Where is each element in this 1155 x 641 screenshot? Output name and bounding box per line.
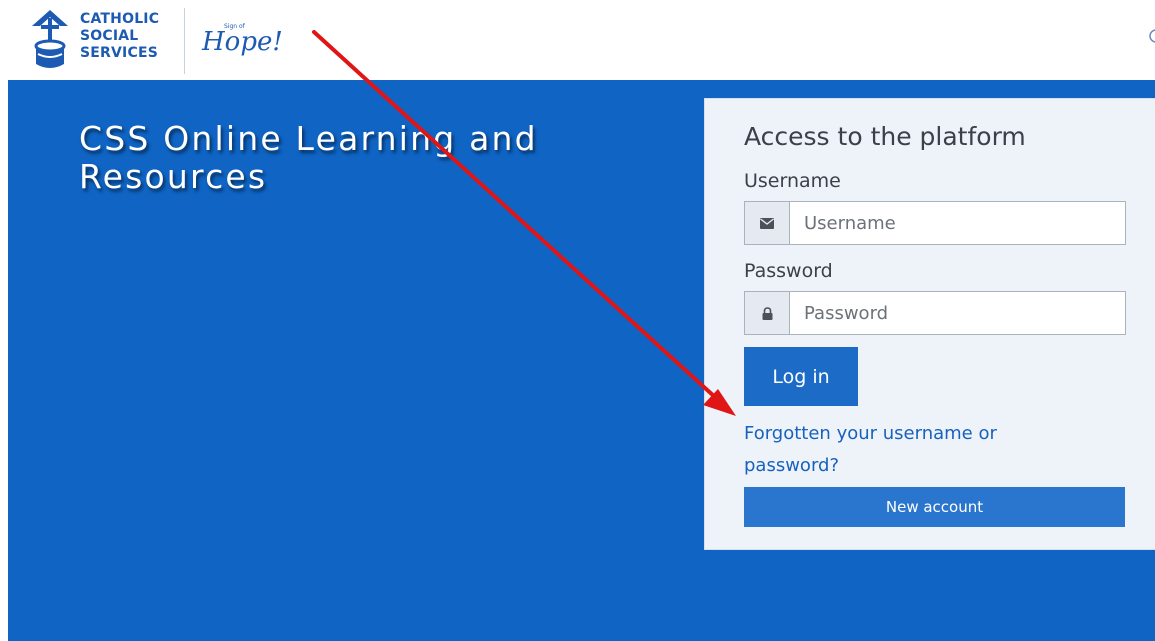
login-card-title: Access to the platform bbox=[744, 122, 1026, 151]
envelope-icon bbox=[744, 201, 789, 245]
password-input-group bbox=[744, 291, 1126, 335]
logo-line: SOCIAL bbox=[80, 28, 139, 44]
user-menu-icon[interactable] bbox=[1146, 26, 1155, 46]
organization-name: CATHOLIC SOCIAL SERVICES bbox=[80, 11, 159, 62]
password-label: Password bbox=[744, 260, 833, 282]
new-account-button[interactable]: New account bbox=[744, 487, 1125, 527]
login-button[interactable]: Log in bbox=[744, 347, 858, 406]
logo-divider bbox=[184, 8, 185, 74]
forgot-password-link[interactable]: Forgotten your username or password? bbox=[744, 418, 1074, 482]
username-input[interactable] bbox=[789, 201, 1126, 245]
site-header: CATHOLIC SOCIAL SERVICES Sign of Hope! bbox=[0, 0, 1155, 80]
catholic-social-services-logo-icon[interactable] bbox=[30, 10, 70, 72]
logo-line: CATHOLIC bbox=[80, 11, 160, 27]
sign-of-hope-logo: Sign of Hope! bbox=[201, 23, 283, 57]
username-label: Username bbox=[744, 170, 841, 192]
password-input[interactable] bbox=[789, 291, 1126, 335]
tagline-script: Hope! bbox=[201, 27, 283, 57]
lock-icon bbox=[744, 291, 789, 335]
username-input-group bbox=[744, 201, 1126, 245]
page-title: CSS Online Learning and Resources bbox=[79, 119, 538, 196]
logo-line: SERVICES bbox=[80, 45, 158, 61]
